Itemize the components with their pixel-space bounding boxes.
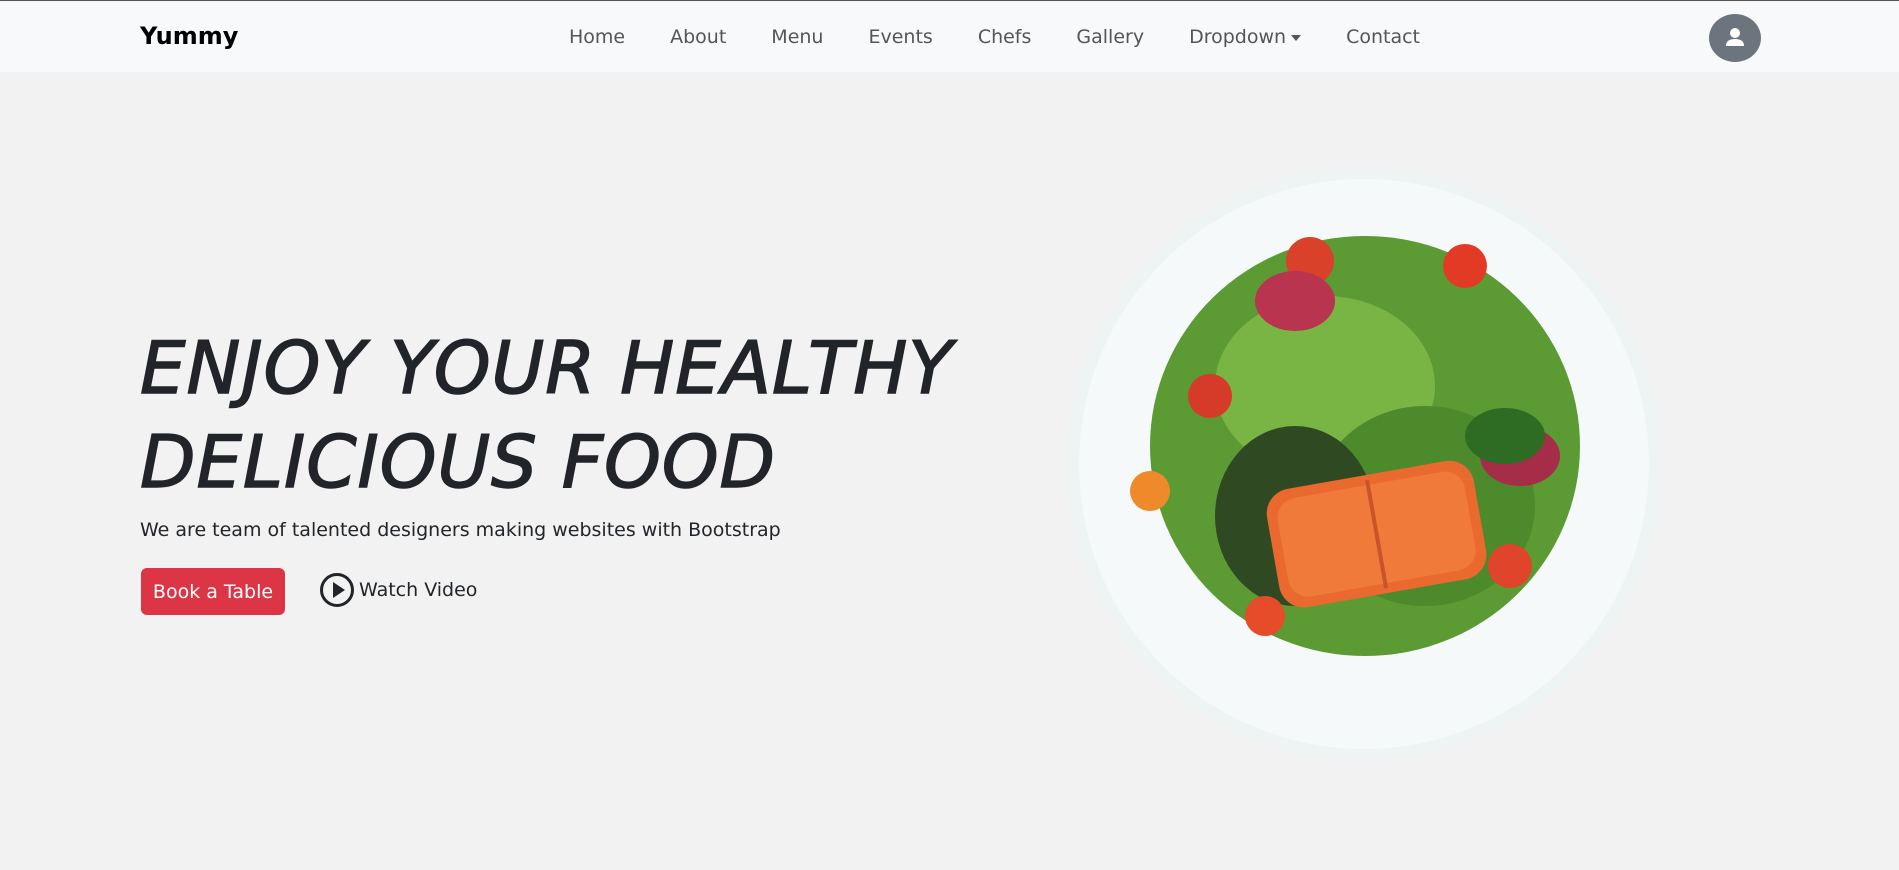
brand-logo[interactable]: Yummy: [140, 22, 238, 50]
nav-events[interactable]: Events: [868, 26, 932, 48]
play-circle-icon: [320, 573, 354, 607]
nav-gallery[interactable]: Gallery: [1076, 26, 1144, 48]
user-avatar-button[interactable]: [1709, 14, 1761, 62]
nav-about[interactable]: About: [670, 26, 726, 48]
nav-dropdown-label: Dropdown: [1189, 26, 1287, 48]
nav-links: Home About Menu Events Chefs Gallery Dro…: [569, 26, 1465, 48]
hero-subtitle: We are team of talented designers making…: [140, 519, 781, 541]
nav-dropdown[interactable]: Dropdown: [1189, 26, 1302, 48]
caret-down-icon: [1291, 34, 1302, 41]
watch-video-button[interactable]: Watch Video: [320, 573, 477, 607]
nav-home[interactable]: Home: [569, 26, 625, 48]
nav-contact[interactable]: Contact: [1346, 26, 1420, 48]
hero-title: ENJOY YOUR HEALTHY DELICIOUS FOOD: [139, 321, 954, 509]
watch-video-label: Watch Video: [359, 579, 478, 601]
book-table-button[interactable]: Book a Table: [141, 568, 285, 615]
hero-food-image: [1067, 167, 1661, 761]
nav-menu[interactable]: Menu: [771, 26, 823, 48]
hero-title-line1: ENJOY YOUR HEALTHY: [139, 325, 954, 411]
user-icon: [1726, 28, 1744, 46]
nav-chefs[interactable]: Chefs: [978, 26, 1032, 48]
hero-title-line2: DELICIOUS FOOD: [139, 419, 776, 505]
navbar: Yummy Home About Menu Events Chefs Galle…: [0, 2, 1899, 72]
